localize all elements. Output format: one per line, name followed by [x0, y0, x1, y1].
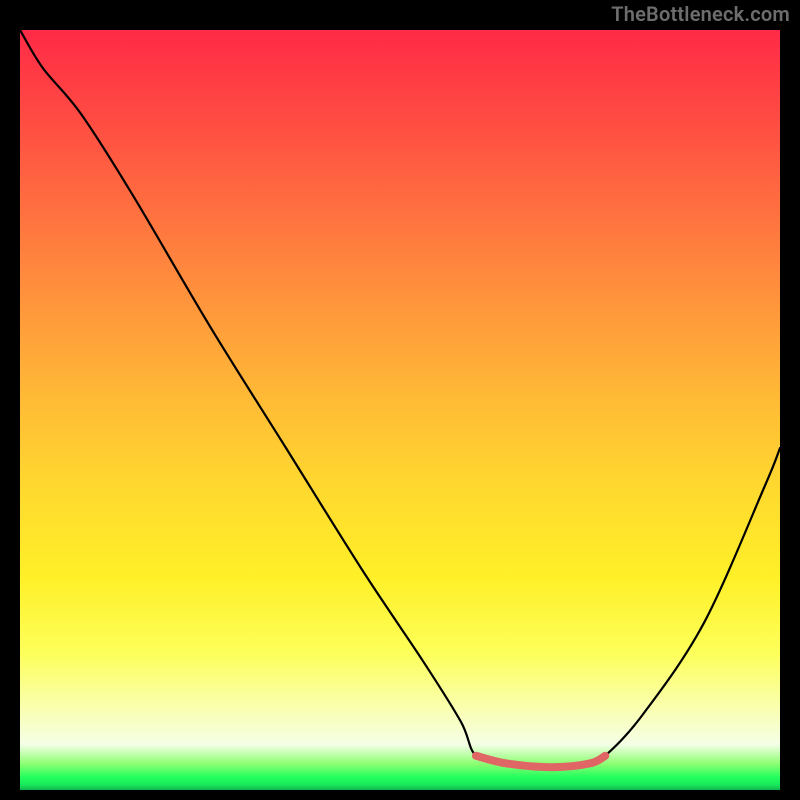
bottleneck-curve: [20, 30, 780, 790]
chart-stage: TheBottleneck.com: [0, 0, 800, 800]
curve-path: [20, 30, 780, 767]
watermark: TheBottleneck.com: [611, 4, 790, 24]
optimal-floor-highlight: [476, 756, 605, 767]
